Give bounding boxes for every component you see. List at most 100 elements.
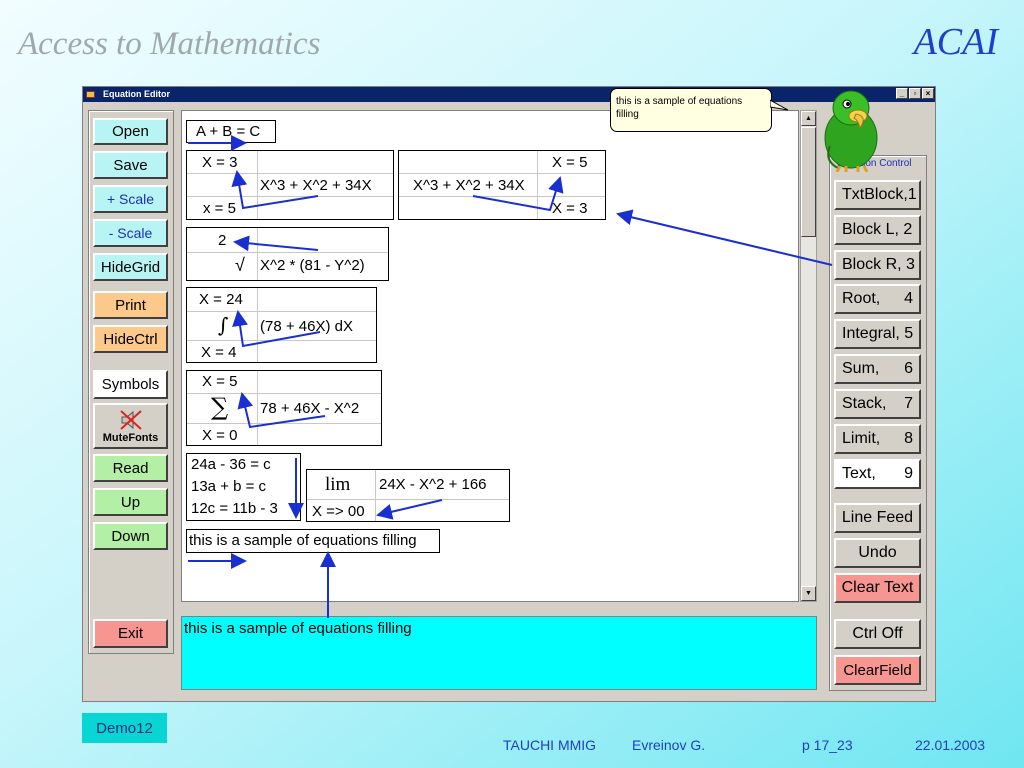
- up-label: Up: [120, 493, 141, 511]
- root-number: 4: [904, 290, 913, 307]
- parrot-mascot-icon: [824, 90, 878, 172]
- equation-text-block[interactable]: A + B = C: [186, 120, 276, 143]
- clear-field-label: ClearField: [843, 661, 912, 679]
- scroll-up-arrow-icon[interactable]: ▲: [801, 111, 816, 126]
- exit-label: Exit: [117, 625, 143, 642]
- txtblock-label: TxtBlock,1: [842, 186, 917, 203]
- ctrl-off-button[interactable]: Ctrl Off: [834, 619, 921, 649]
- text-equation-block[interactable]: this is a sample of equations filling: [186, 529, 440, 553]
- block-left-equation[interactable]: X = 3 X^3 + X^2 + 34X x = 5: [186, 150, 394, 220]
- sum-lower-limit: X = 0: [202, 427, 238, 444]
- root-equation[interactable]: 2 √ X^2 * (81 - Y^2): [186, 227, 389, 281]
- vertical-scrollbar[interactable]: ▲ ▼: [800, 110, 817, 602]
- integral-button[interactable]: Integral, 5: [834, 319, 921, 349]
- block-left-button[interactable]: Block L, 2: [834, 215, 921, 245]
- scroll-thumb[interactable]: [801, 127, 816, 237]
- root-button[interactable]: Root, 4: [834, 284, 921, 314]
- clear-text-button[interactable]: Clear Text: [834, 573, 921, 603]
- read-label: Read: [112, 459, 149, 477]
- print-button[interactable]: Print: [93, 291, 168, 319]
- undo-label: Undo: [858, 544, 897, 561]
- scale-up-label: + Scale: [106, 191, 155, 207]
- window-title: Equation Editor: [103, 89, 170, 99]
- sum-number: 6: [904, 360, 913, 377]
- limit-button[interactable]: Limit, 8: [834, 424, 921, 454]
- symbols-button[interactable]: Symbols: [93, 370, 168, 399]
- hide-ctrl-button[interactable]: HideCtrl: [93, 325, 168, 353]
- stack-button[interactable]: Stack, 7: [834, 389, 921, 419]
- demo-button[interactable]: Demo12: [82, 713, 167, 743]
- hide-grid-button[interactable]: HideGrid: [93, 253, 168, 281]
- line-feed-button[interactable]: Line Feed: [834, 503, 921, 533]
- minimize-button[interactable]: _: [896, 88, 908, 99]
- down-label: Down: [111, 527, 150, 545]
- scroll-down-arrow-icon[interactable]: ▼: [801, 586, 816, 601]
- print-label: Print: [115, 296, 146, 314]
- stack-line-3: 12c = 11b - 3: [191, 500, 278, 517]
- app-icon: [86, 91, 95, 98]
- text-button[interactable]: Text, 9: [834, 459, 921, 489]
- scale-down-button[interactable]: - Scale: [93, 219, 168, 247]
- symbols-label: Symbols: [101, 376, 160, 393]
- block-right-button[interactable]: Block R, 3: [834, 250, 921, 280]
- clear-text-label: Clear Text: [841, 579, 914, 596]
- save-button[interactable]: Save: [93, 151, 168, 179]
- open-label: Open: [112, 123, 149, 140]
- tooltip-text: this is a sample of equations filling: [616, 96, 743, 120]
- close-button[interactable]: ×: [922, 88, 934, 99]
- txtblock-button[interactable]: TxtBlock,1: [834, 180, 921, 210]
- tooltip-bubble: this is a sample of equations filling: [610, 88, 772, 132]
- down-button[interactable]: Down: [93, 522, 168, 550]
- limit-expression: 24X - X^2 + 166: [379, 476, 487, 493]
- block-left-label: Block L, 2: [842, 221, 913, 238]
- restore-button[interactable]: ▫: [909, 88, 921, 99]
- root-index: 2: [218, 232, 227, 249]
- demo-label: Demo12: [96, 719, 153, 737]
- sum-label: Sum,: [842, 360, 880, 377]
- block-right-expression: X^3 + X^2 + 34X: [413, 177, 525, 194]
- block-left-upper: X = 3: [202, 154, 238, 171]
- clear-field-button[interactable]: ClearField: [834, 655, 921, 685]
- window-titlebar[interactable]: Equation Editor _ ▫ ×: [83, 87, 935, 102]
- block-right-equation[interactable]: X^3 + X^2 + 34X X = 5 X = 3: [398, 150, 606, 220]
- limit-word: lim: [325, 474, 351, 495]
- root-sign-icon: √: [235, 255, 245, 275]
- scale-up-button[interactable]: + Scale: [93, 185, 168, 213]
- block-right-upper: X = 5: [552, 154, 588, 171]
- integral-equation[interactable]: X = 24 ∫ (78 + 46X) dX X = 4: [186, 287, 377, 363]
- stack-line-1: 24a - 36 = c: [191, 456, 271, 473]
- open-button[interactable]: Open: [93, 118, 168, 145]
- up-button[interactable]: Up: [93, 488, 168, 516]
- limit-equation[interactable]: lim 24X - X^2 + 166 X => 00: [306, 469, 510, 522]
- sum-expression: 78 + 46X - X^2: [260, 400, 360, 417]
- equation-text-field[interactable]: this is a sample of equations filling: [181, 616, 817, 690]
- limit-subscript: X => 00: [312, 503, 365, 520]
- undo-button[interactable]: Undo: [834, 538, 921, 568]
- text-label: Text,: [842, 465, 876, 482]
- hide-ctrl-label: HideCtrl: [103, 330, 158, 348]
- scale-down-label: - Scale: [108, 225, 153, 241]
- tooltip-pointer-icon: [770, 99, 789, 111]
- limit-label: Limit,: [842, 430, 881, 447]
- block-right-lower: X = 3: [552, 200, 588, 217]
- read-button[interactable]: Read: [93, 454, 168, 482]
- integral-upper-limit: X = 24: [199, 291, 243, 308]
- stack-number: 7: [904, 395, 913, 412]
- mute-fonts-button[interactable]: MuteFonts: [93, 403, 168, 449]
- line-feed-label: Line Feed: [841, 509, 914, 526]
- mute-fonts-label: MuteFonts: [102, 432, 159, 444]
- integral-sign-icon: ∫: [218, 313, 229, 337]
- sum-button[interactable]: Sum, 6: [834, 354, 921, 384]
- ctrl-off-label: Ctrl Off: [852, 625, 903, 642]
- stack-equation[interactable]: 24a - 36 = c 13a + b = c 12c = 11b - 3: [186, 453, 301, 521]
- sum-upper-limit: X = 5: [202, 373, 238, 390]
- footer-date: 22.01.2003: [915, 737, 986, 753]
- integral-lower-limit: X = 4: [201, 344, 237, 361]
- stack-line-2: 13a + b = c: [191, 478, 267, 495]
- block-left-expression: X^3 + X^2 + 34X: [260, 177, 372, 194]
- integral-label: Integral, 5: [842, 325, 914, 342]
- sum-equation[interactable]: X = 5 ∑ 78 + 46X - X^2 X = 0: [186, 370, 382, 446]
- footer-author: Evreinov G.: [632, 737, 706, 753]
- root-label: Root,: [842, 290, 881, 307]
- exit-button[interactable]: Exit: [93, 619, 168, 648]
